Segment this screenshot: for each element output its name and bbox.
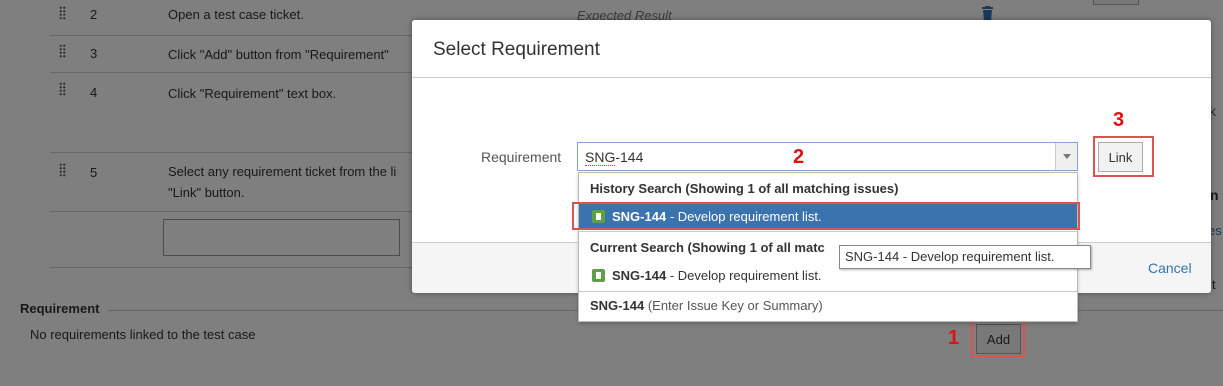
suggestion-text: SNG-144 (Enter Issue Key or Summary)	[590, 298, 823, 313]
selected-item-highlight	[572, 202, 1080, 230]
requirement-field-label: Requirement	[481, 149, 562, 165]
dropdown-toggle[interactable]	[1055, 143, 1077, 170]
annotation-step-2: 2	[793, 146, 805, 168]
requirement-select[interactable]: SNG-144	[577, 142, 1078, 171]
input-suffix: -144	[615, 149, 644, 165]
free-text-hint: (Enter Issue Key or Summary)	[644, 298, 823, 313]
annotation-step-1: 1	[948, 327, 960, 349]
annotation-step-3: 3	[1113, 109, 1125, 131]
requirement-issue-icon	[592, 269, 605, 282]
issue-key: SNG-144	[590, 298, 645, 313]
requirement-input-value[interactable]: SNG-144	[585, 149, 644, 166]
dialog-title: Select Requirement	[433, 39, 600, 60]
add-button-highlight	[971, 320, 1025, 357]
suggestion-tooltip: SNG-144 - Develop requirement list.	[839, 245, 1091, 269]
current-search-header: Current Search (Showing 1 of all matc	[590, 240, 825, 255]
suggestion-text: SNG-144 - Develop requirement list.	[612, 268, 822, 283]
input-prefix: SNG	[585, 149, 616, 166]
free-text-suggestion-item[interactable]: SNG-144 (Enter Issue Key or Summary)	[579, 293, 1077, 318]
link-button-highlight	[1093, 136, 1154, 177]
issue-summary: - Develop requirement list.	[666, 268, 822, 283]
dropdown-separator	[579, 231, 1077, 232]
dialog-header: Select Requirement	[412, 20, 1211, 78]
dropdown-separator	[579, 291, 1077, 292]
issue-key: SNG-144	[612, 268, 667, 283]
history-search-header: History Search (Showing 1 of all matchin…	[590, 181, 899, 196]
chevron-down-icon	[1063, 154, 1071, 159]
cancel-link[interactable]: Cancel	[1148, 260, 1192, 276]
